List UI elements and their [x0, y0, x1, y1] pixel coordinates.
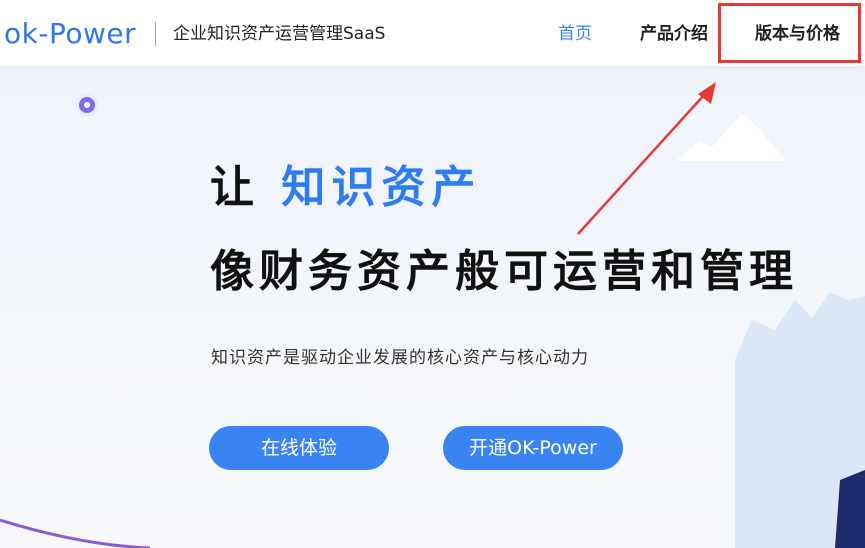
- hero-title-line2: 像财务资产般可运营和管理: [210, 246, 798, 297]
- purple-wave: [0, 518, 151, 548]
- mountain-right: [735, 292, 865, 548]
- hero-title-prefix: 让: [210, 162, 260, 213]
- hero-title-highlight: 知识资产: [281, 162, 482, 213]
- nav-product-intro[interactable]: 产品介绍: [640, 22, 708, 46]
- decorative-dot-icon: [79, 97, 95, 113]
- hero-subtitle: 知识资产是驱动企业发展的核心资产与核心动力: [211, 348, 589, 368]
- try-online-button[interactable]: 在线体验: [209, 426, 389, 470]
- ok-power-logo[interactable]: ok-Power: [4, 14, 136, 54]
- open-ok-power-button[interactable]: 开通OK-Power: [443, 426, 623, 470]
- header-tagline: 企业知识资产运营管理SaaS: [173, 24, 386, 44]
- hero-title-line1: 让 知识资产: [210, 160, 481, 216]
- cloud-mountain-top: [676, 114, 787, 161]
- logo-divider: [155, 22, 156, 46]
- nav-home[interactable]: 首页: [558, 22, 592, 46]
- annotation-arrow: [577, 82, 716, 235]
- annotation-highlight-box: [718, 3, 861, 63]
